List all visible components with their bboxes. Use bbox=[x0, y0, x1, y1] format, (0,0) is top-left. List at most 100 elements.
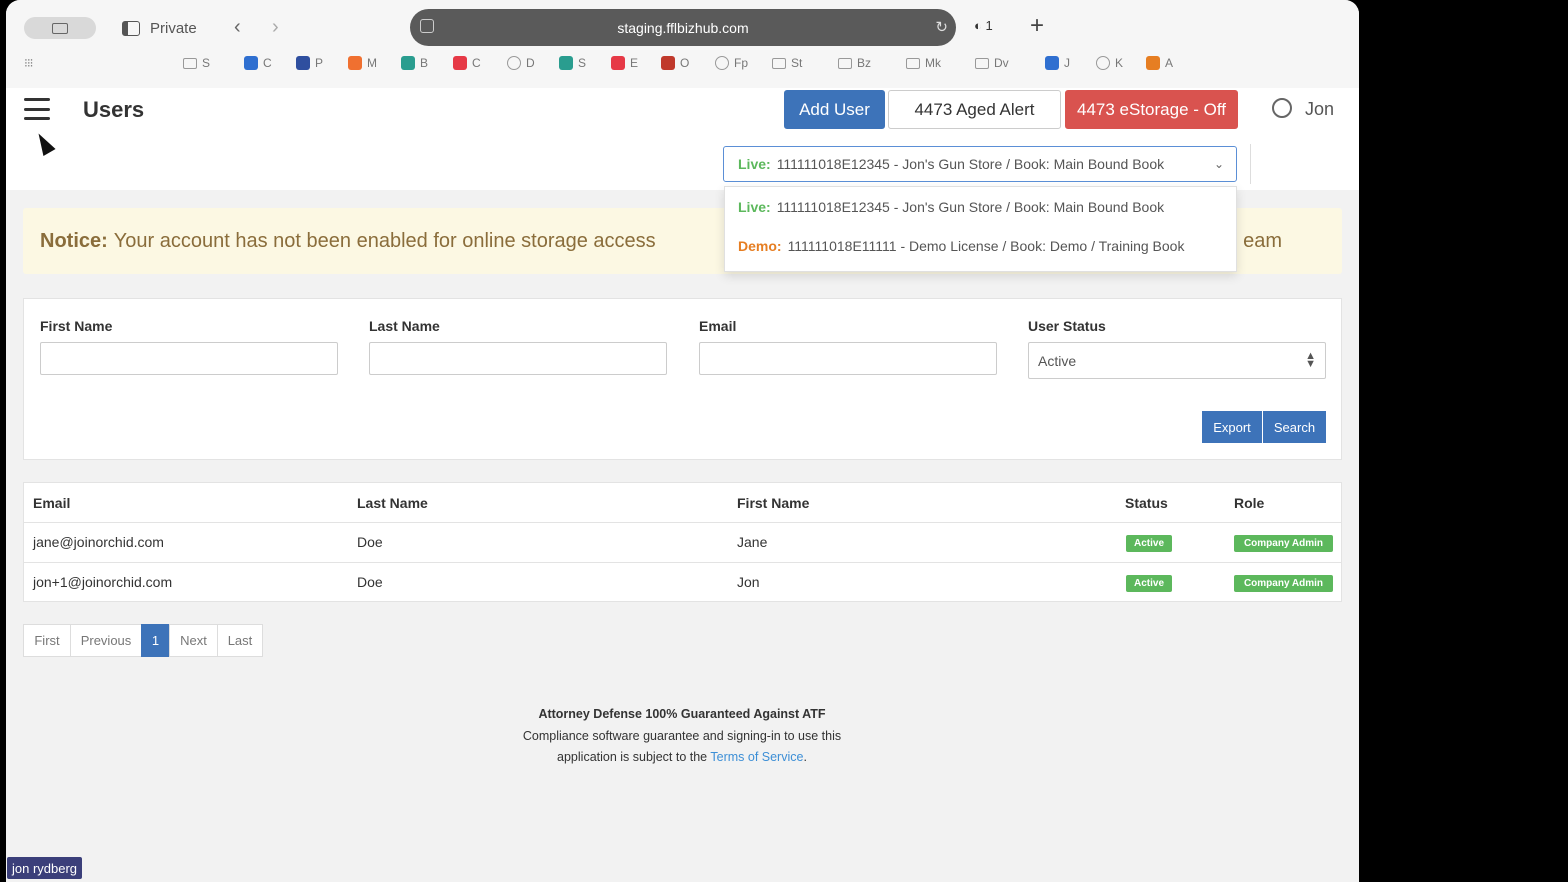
bookmark-label: D bbox=[526, 56, 535, 70]
aged-alert-button[interactable]: 4473 Aged Alert bbox=[888, 90, 1061, 129]
reload-icon[interactable]: ↻ bbox=[935, 18, 948, 36]
row-last-name: Doe bbox=[357, 574, 383, 590]
bookmark-k[interactable]: K bbox=[1096, 56, 1123, 70]
col-role[interactable]: Role bbox=[1234, 495, 1264, 511]
row-email: jon+1@joinorchid.com bbox=[33, 574, 173, 590]
bookmark-dv[interactable]: Dv bbox=[975, 56, 1009, 70]
col-last-name[interactable]: Last Name bbox=[357, 495, 428, 511]
browser-toolbar: Private ‹ › staging.fflbizhub.com ↻ ◐ 1 … bbox=[6, 0, 1359, 88]
bookmark-mk[interactable]: Mk bbox=[906, 56, 941, 70]
bookmark-label: C bbox=[472, 56, 481, 70]
shields-extension[interactable]: ◐ 1 bbox=[974, 18, 993, 33]
hamburger-menu-icon[interactable] bbox=[24, 98, 50, 120]
row-first-name: Jon bbox=[737, 574, 760, 590]
bookmark-c[interactable]: C bbox=[244, 56, 272, 70]
private-tab-group[interactable]: Private bbox=[122, 17, 197, 39]
bookmark-st[interactable]: St bbox=[772, 56, 802, 70]
page-current[interactable]: 1 bbox=[141, 624, 170, 657]
sidebar-icon bbox=[122, 20, 140, 36]
col-first-name[interactable]: First Name bbox=[737, 495, 809, 511]
back-icon[interactable]: ‹ bbox=[234, 16, 241, 39]
app-icon bbox=[611, 56, 625, 70]
mouse-cursor-icon bbox=[32, 129, 56, 157]
page-previous[interactable]: Previous bbox=[70, 624, 142, 657]
extension-count: 1 bbox=[985, 18, 993, 33]
bookmark-label: J bbox=[1064, 56, 1070, 70]
bookmark-e[interactable]: E bbox=[611, 56, 638, 70]
globe-icon bbox=[1096, 56, 1110, 70]
table-row[interactable]: jane@joinorchid.com Doe Jane Active Comp… bbox=[24, 522, 1341, 562]
shield-icon: ◐ bbox=[974, 18, 982, 33]
bookmark-label: St bbox=[791, 56, 803, 70]
bookmark-m[interactable]: M bbox=[348, 56, 377, 70]
bookmark-a[interactable]: A bbox=[1146, 56, 1173, 70]
user-status-label: User Status bbox=[1028, 318, 1106, 334]
bookmark-label: Bz bbox=[857, 56, 872, 70]
bookmark-c[interactable]: C bbox=[453, 56, 481, 70]
first-name-input[interactable] bbox=[40, 342, 338, 375]
terms-of-service-link[interactable]: Terms of Service bbox=[710, 750, 803, 764]
users-table: Email Last Name First Name Status Role j… bbox=[23, 482, 1342, 602]
chevron-down-icon: ⌄ bbox=[1213, 157, 1224, 171]
page-next[interactable]: Next bbox=[169, 624, 218, 657]
footer-title: Attorney Defense 100% Guaranteed Against… bbox=[538, 707, 826, 721]
col-status[interactable]: Status bbox=[1125, 495, 1168, 511]
user-name[interactable]: Jon bbox=[1305, 99, 1334, 120]
apps-grid-icon[interactable]: ⁝⁝⁝ bbox=[24, 56, 34, 70]
new-tab-icon[interactable]: + bbox=[1030, 12, 1044, 40]
bookmark-j[interactable]: J bbox=[1045, 56, 1070, 70]
address-bar[interactable]: staging.fflbizhub.com ↻ bbox=[410, 9, 956, 46]
last-name-input[interactable] bbox=[369, 342, 667, 375]
page-last[interactable]: Last bbox=[217, 624, 263, 657]
app-icon bbox=[1146, 56, 1160, 70]
tab-overview-button[interactable] bbox=[24, 17, 96, 39]
license-option-text: 111111018E12345 - Jon's Gun Store / Book… bbox=[776, 198, 1165, 215]
page-first[interactable]: First bbox=[23, 624, 71, 657]
bookmark-label: E bbox=[630, 56, 639, 70]
license-selected-text: 111111018E12345 - Jon's Gun Store / Book… bbox=[776, 156, 1165, 172]
folder-icon bbox=[183, 57, 197, 69]
bookmark-b[interactable]: B bbox=[401, 56, 428, 70]
header-divider bbox=[1250, 144, 1251, 184]
tab-overview-icon bbox=[52, 22, 68, 34]
user-avatar-icon[interactable] bbox=[1272, 98, 1292, 118]
table-row[interactable]: jon+1@joinorchid.com Doe Jon Active Comp… bbox=[24, 562, 1341, 602]
browser-window: Private ‹ › staging.fflbizhub.com ↻ ◐ 1 … bbox=[6, 0, 1359, 882]
bookmark-label: Dv bbox=[994, 56, 1009, 70]
bookmark-fp[interactable]: Fp bbox=[715, 56, 748, 70]
app-icon bbox=[661, 56, 675, 70]
folder-icon bbox=[838, 57, 852, 69]
app-icon bbox=[453, 56, 467, 70]
email-label: Email bbox=[699, 318, 737, 334]
user-status-select[interactable]: Active ▲ ▼ bbox=[1028, 342, 1326, 379]
filter-panel: First Name Last Name Email User Status A… bbox=[23, 298, 1342, 460]
live-tag: Live: bbox=[738, 198, 771, 215]
bookmark-s[interactable]: S bbox=[183, 56, 210, 70]
export-button[interactable]: Export bbox=[1202, 411, 1262, 443]
search-button[interactable]: Search bbox=[1263, 411, 1326, 443]
col-email[interactable]: Email bbox=[33, 495, 70, 511]
page-info-icon[interactable] bbox=[420, 19, 434, 33]
license-option-demo[interactable]: Demo: 111111018E11111 - Demo License / B… bbox=[725, 226, 1236, 265]
license-select[interactable]: Live: 111111018E12345 - Jon's Gun Store … bbox=[723, 146, 1237, 182]
bookmark-s[interactable]: S bbox=[559, 56, 586, 70]
row-last-name: Doe bbox=[357, 534, 383, 550]
forward-icon[interactable]: › bbox=[272, 16, 279, 39]
app-icon bbox=[559, 56, 573, 70]
bookmark-p[interactable]: P bbox=[296, 56, 323, 70]
license-option-text: 111111018E11111 - Demo License / Book: D… bbox=[787, 237, 1185, 254]
notice-text: Your account has not been enabled for on… bbox=[113, 229, 656, 252]
bookmark-label: A bbox=[1165, 56, 1174, 70]
user-status-value: Active bbox=[1038, 352, 1077, 369]
globe-icon bbox=[715, 56, 729, 70]
bookmark-d[interactable]: D bbox=[507, 56, 535, 70]
add-user-button[interactable]: Add User bbox=[784, 90, 885, 129]
email-input[interactable] bbox=[699, 342, 997, 375]
bookmark-bz[interactable]: Bz bbox=[838, 56, 871, 70]
estorage-button[interactable]: 4473 eStorage - Off bbox=[1065, 90, 1238, 129]
bookmark-label: P bbox=[315, 56, 324, 70]
footer-line2: application is subject to the Terms of S… bbox=[482, 747, 882, 769]
bookmark-label: S bbox=[202, 56, 211, 70]
license-option-live[interactable]: Live: 111111018E12345 - Jon's Gun Store … bbox=[725, 187, 1236, 226]
bookmark-o[interactable]: O bbox=[661, 56, 689, 70]
